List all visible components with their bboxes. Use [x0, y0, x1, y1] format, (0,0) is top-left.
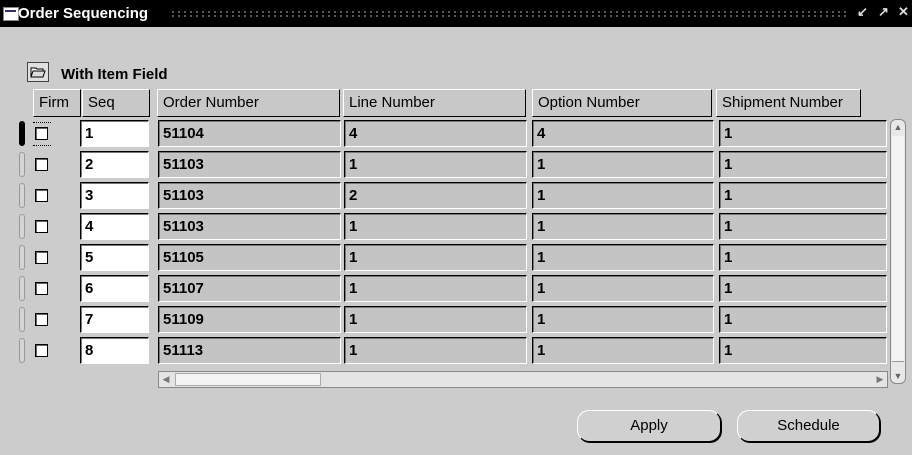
- column-header-firm: Firm: [33, 89, 81, 117]
- line-number-field[interactable]: 4: [344, 120, 527, 147]
- table-row: 5 51105 1 1 1: [0, 242, 912, 272]
- horizontal-scrollbar[interactable]: ◀ ▶: [158, 371, 888, 388]
- firm-checkbox[interactable]: [35, 313, 48, 326]
- vertical-scroll-thumb[interactable]: [892, 136, 904, 362]
- shipment-number-field[interactable]: 1: [719, 182, 887, 209]
- shipment-number-field[interactable]: 1: [719, 213, 887, 240]
- scroll-right-icon[interactable]: ▶: [873, 372, 887, 387]
- line-number-field[interactable]: 2: [344, 182, 527, 209]
- scroll-left-icon[interactable]: ◀: [159, 372, 173, 387]
- apply-button[interactable]: Apply: [577, 410, 721, 442]
- option-number-field[interactable]: 1: [532, 182, 714, 209]
- record-indicator[interactable]: [19, 307, 25, 332]
- firm-checkbox[interactable]: [35, 189, 48, 202]
- option-number-field[interactable]: 1: [532, 244, 714, 271]
- firm-checkbox[interactable]: [35, 282, 48, 295]
- shipment-number-field[interactable]: 1: [719, 275, 887, 302]
- shipment-number-field[interactable]: 1: [719, 151, 887, 178]
- shipment-number-field[interactable]: 1: [719, 120, 887, 147]
- line-number-field[interactable]: 1: [344, 275, 527, 302]
- scroll-up-icon[interactable]: ▲: [892, 120, 904, 134]
- table-row: 2 51103 1 1 1: [0, 149, 912, 179]
- close-icon[interactable]: ✕: [898, 4, 909, 20]
- order-number-field[interactable]: 51104: [158, 120, 341, 147]
- table-row: 3 51103 2 1 1: [0, 180, 912, 210]
- order-number-field[interactable]: 51113: [158, 337, 341, 364]
- record-indicator[interactable]: [19, 245, 25, 270]
- order-number-field[interactable]: 51109: [158, 306, 341, 333]
- column-header-option-number[interactable]: Option Number: [532, 89, 712, 117]
- schedule-button-label: Schedule: [777, 417, 840, 434]
- firm-checkbox[interactable]: [35, 220, 48, 233]
- line-number-field[interactable]: 1: [344, 306, 527, 333]
- current-record-indicator[interactable]: [19, 121, 25, 146]
- option-number-field[interactable]: 1: [532, 213, 714, 240]
- seq-field[interactable]: 6: [80, 275, 149, 302]
- block-title: With Item Field: [61, 66, 168, 83]
- minimize-icon[interactable]: ↙: [857, 4, 868, 20]
- seq-field[interactable]: 7: [80, 306, 149, 333]
- seq-field[interactable]: 1: [80, 120, 149, 147]
- firm-checkbox[interactable]: [35, 344, 48, 357]
- line-number-field[interactable]: 1: [344, 244, 527, 271]
- window-title: Order Sequencing: [18, 5, 149, 22]
- shipment-number-field[interactable]: 1: [719, 337, 887, 364]
- table-row: 4 51103 1 1 1: [0, 211, 912, 241]
- seq-field[interactable]: 2: [80, 151, 149, 178]
- line-number-field[interactable]: 1: [344, 337, 527, 364]
- order-number-field[interactable]: 51105: [158, 244, 341, 271]
- horizontal-scroll-thumb[interactable]: [175, 373, 321, 386]
- maximize-icon[interactable]: ↗: [878, 4, 889, 20]
- title-bar: Order Sequencing ↙ ↗ ✕: [0, 0, 912, 27]
- seq-field[interactable]: 3: [80, 182, 149, 209]
- option-number-field[interactable]: 4: [532, 120, 714, 147]
- record-indicator[interactable]: [19, 214, 25, 239]
- folder-open-icon[interactable]: [27, 62, 49, 82]
- shipment-number-field[interactable]: 1: [719, 244, 887, 271]
- option-number-field[interactable]: 1: [532, 151, 714, 178]
- order-number-field[interactable]: 51103: [158, 151, 341, 178]
- shipment-number-field[interactable]: 1: [719, 306, 887, 333]
- record-indicator[interactable]: [19, 183, 25, 208]
- firm-checkbox[interactable]: [35, 158, 48, 171]
- column-header-shipment-number[interactable]: Shipment Number: [716, 89, 861, 117]
- table-row: 8 51113 1 1 1: [0, 335, 912, 365]
- seq-field[interactable]: 4: [80, 213, 149, 240]
- record-indicator[interactable]: [19, 152, 25, 177]
- record-indicator[interactable]: [19, 276, 25, 301]
- column-header-order-number[interactable]: Order Number: [157, 89, 340, 117]
- line-number-field[interactable]: 1: [344, 151, 527, 178]
- column-header-seq[interactable]: Seq: [82, 89, 150, 117]
- vertical-scrollbar[interactable]: ▲ ▼: [890, 119, 906, 384]
- schedule-button[interactable]: Schedule: [737, 410, 880, 442]
- line-number-field[interactable]: 1: [344, 213, 527, 240]
- title-bar-pattern: [170, 10, 848, 18]
- app-icon: [3, 7, 19, 21]
- option-number-field[interactable]: 1: [532, 337, 714, 364]
- table-row: 6 51107 1 1 1: [0, 273, 912, 303]
- order-number-field[interactable]: 51103: [158, 213, 341, 240]
- firm-checkbox[interactable]: [35, 127, 48, 140]
- option-number-field[interactable]: 1: [532, 275, 714, 302]
- seq-field[interactable]: 8: [80, 337, 149, 364]
- apply-button-label: Apply: [630, 417, 668, 434]
- order-number-field[interactable]: 51107: [158, 275, 341, 302]
- record-indicator[interactable]: [19, 338, 25, 363]
- column-header-line-number[interactable]: Line Number: [343, 89, 526, 117]
- table-row: 1 51104 4 4 1: [0, 118, 912, 148]
- order-number-field[interactable]: 51103: [158, 182, 341, 209]
- firm-checkbox[interactable]: [35, 251, 48, 264]
- scroll-down-icon[interactable]: ▼: [892, 369, 904, 383]
- option-number-field[interactable]: 1: [532, 306, 714, 333]
- table-row: 7 51109 1 1 1: [0, 304, 912, 334]
- seq-field[interactable]: 5: [80, 244, 149, 271]
